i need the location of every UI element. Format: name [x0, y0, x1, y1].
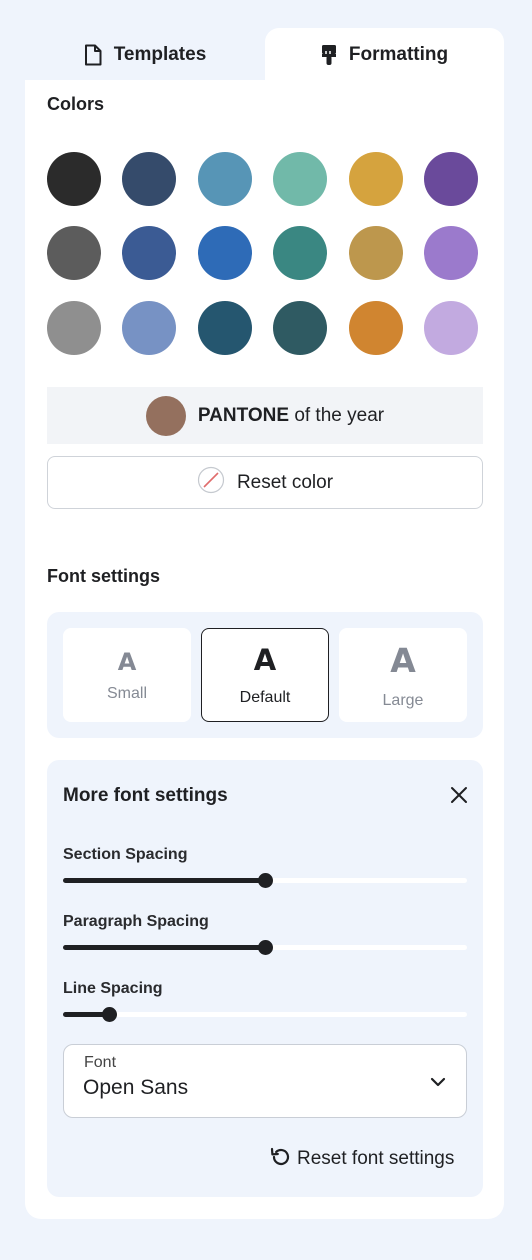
- color-swatch[interactable]: [273, 152, 327, 206]
- color-swatch[interactable]: [424, 152, 478, 206]
- color-swatch[interactable]: [349, 226, 403, 280]
- color-swatch[interactable]: [47, 301, 101, 355]
- close-icon[interactable]: [448, 784, 470, 806]
- font-size-default-label: Default: [239, 689, 291, 706]
- color-swatch[interactable]: [424, 301, 478, 355]
- font-size-default[interactable]: A Default: [201, 628, 329, 722]
- reset-color-button[interactable]: Reset color: [47, 456, 483, 509]
- more-font-settings-panel: More font settings Section Spacing Parag…: [47, 760, 483, 1197]
- formatting-panel: Colors PANTONE of the year Reset color F…: [25, 80, 504, 1219]
- font-select[interactable]: Font Open Sans: [63, 1044, 467, 1118]
- pantone-color-button[interactable]: PANTONE of the year: [47, 387, 483, 444]
- color-swatch[interactable]: [198, 301, 252, 355]
- font-select-value: Open Sans: [83, 1076, 189, 1099]
- pantone-suffix: of the year: [294, 404, 385, 426]
- color-swatch[interactable]: [273, 301, 327, 355]
- font-size-large-letter: A: [390, 641, 416, 680]
- tab-formatting-label: Formatting: [348, 44, 449, 65]
- color-swatch[interactable]: [349, 152, 403, 206]
- paragraph-spacing-thumb[interactable]: [258, 940, 273, 955]
- font-size-small-label: Small: [106, 685, 147, 702]
- reset-font-settings-label: Reset font settings: [297, 1148, 455, 1169]
- tab-bar: Templates Formatting: [25, 28, 504, 82]
- paragraph-spacing-label: Paragraph Spacing: [63, 913, 209, 930]
- tab-templates-label: Templates: [113, 44, 207, 65]
- color-swatch[interactable]: [273, 226, 327, 280]
- document-icon: [84, 44, 102, 66]
- font-size-small-letter: A: [117, 648, 137, 676]
- color-swatch[interactable]: [424, 226, 478, 280]
- section-spacing-thumb[interactable]: [258, 873, 273, 888]
- font-select-label: Font: [84, 1054, 117, 1071]
- undo-icon: [269, 1146, 291, 1173]
- pantone-label: PANTONE of the year: [198, 405, 384, 427]
- tab-formatting[interactable]: Formatting: [265, 28, 504, 82]
- font-settings-title: Font settings: [47, 566, 160, 586]
- reset-font-settings-button[interactable]: Reset font settings: [269, 1144, 454, 1174]
- section-spacing-fill: [63, 878, 265, 883]
- color-swatch[interactable]: [122, 226, 176, 280]
- font-size-large-label: Large: [382, 692, 424, 709]
- section-spacing-label: Section Spacing: [63, 846, 188, 863]
- color-swatch[interactable]: [47, 226, 101, 280]
- colors-title: Colors: [47, 94, 105, 114]
- line-spacing-slider[interactable]: [63, 1007, 467, 1022]
- line-spacing-label: Line Spacing: [63, 980, 163, 997]
- paragraph-spacing-slider[interactable]: [63, 940, 467, 955]
- chevron-down-icon: [429, 1073, 447, 1096]
- line-spacing-thumb[interactable]: [102, 1007, 118, 1022]
- font-size-small[interactable]: A Small: [63, 628, 191, 722]
- font-size-large[interactable]: A Large: [339, 628, 467, 722]
- color-swatch[interactable]: [122, 152, 176, 206]
- section-spacing-slider[interactable]: [63, 873, 467, 888]
- color-swatch[interactable]: [198, 152, 252, 206]
- font-size-group: A Small A Default A Large: [47, 612, 483, 738]
- font-size-default-letter: A: [253, 643, 277, 677]
- more-font-settings-title: More font settings: [63, 785, 228, 806]
- color-swatch[interactable]: [47, 152, 101, 206]
- color-swatch[interactable]: [349, 301, 403, 355]
- color-swatch[interactable]: [198, 226, 252, 280]
- pantone-brand: PANTONE: [197, 404, 290, 426]
- paint-brush-icon: [321, 44, 337, 66]
- reset-color-label: Reset color: [236, 471, 334, 493]
- no-color-icon: [197, 466, 225, 499]
- paragraph-spacing-fill: [63, 945, 265, 950]
- color-swatch[interactable]: [122, 301, 176, 355]
- pantone-swatch: [145, 395, 186, 436]
- tab-templates[interactable]: Templates: [25, 28, 265, 82]
